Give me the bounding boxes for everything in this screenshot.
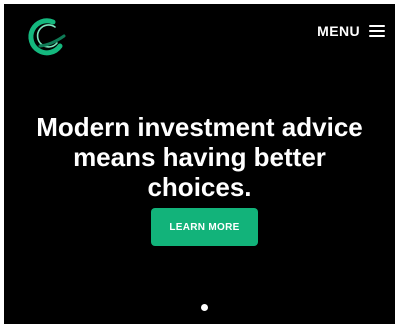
headline-line: means having better	[73, 142, 326, 172]
brand-logo-icon[interactable]	[20, 12, 70, 62]
menu-label: MENU	[317, 23, 360, 39]
carousel-dot-active[interactable]	[201, 304, 208, 311]
headline-line: Modern investment advice	[36, 112, 363, 142]
headline-line: choices.	[147, 172, 252, 202]
hero-headline: Modern investment advice means having be…	[4, 112, 395, 202]
menu-button[interactable]: MENU	[317, 22, 385, 40]
hero-section: MENU Modern investment advice means havi…	[4, 4, 395, 324]
learn-more-button[interactable]: LEARN MORE	[151, 208, 258, 246]
hamburger-menu-icon	[369, 25, 385, 37]
